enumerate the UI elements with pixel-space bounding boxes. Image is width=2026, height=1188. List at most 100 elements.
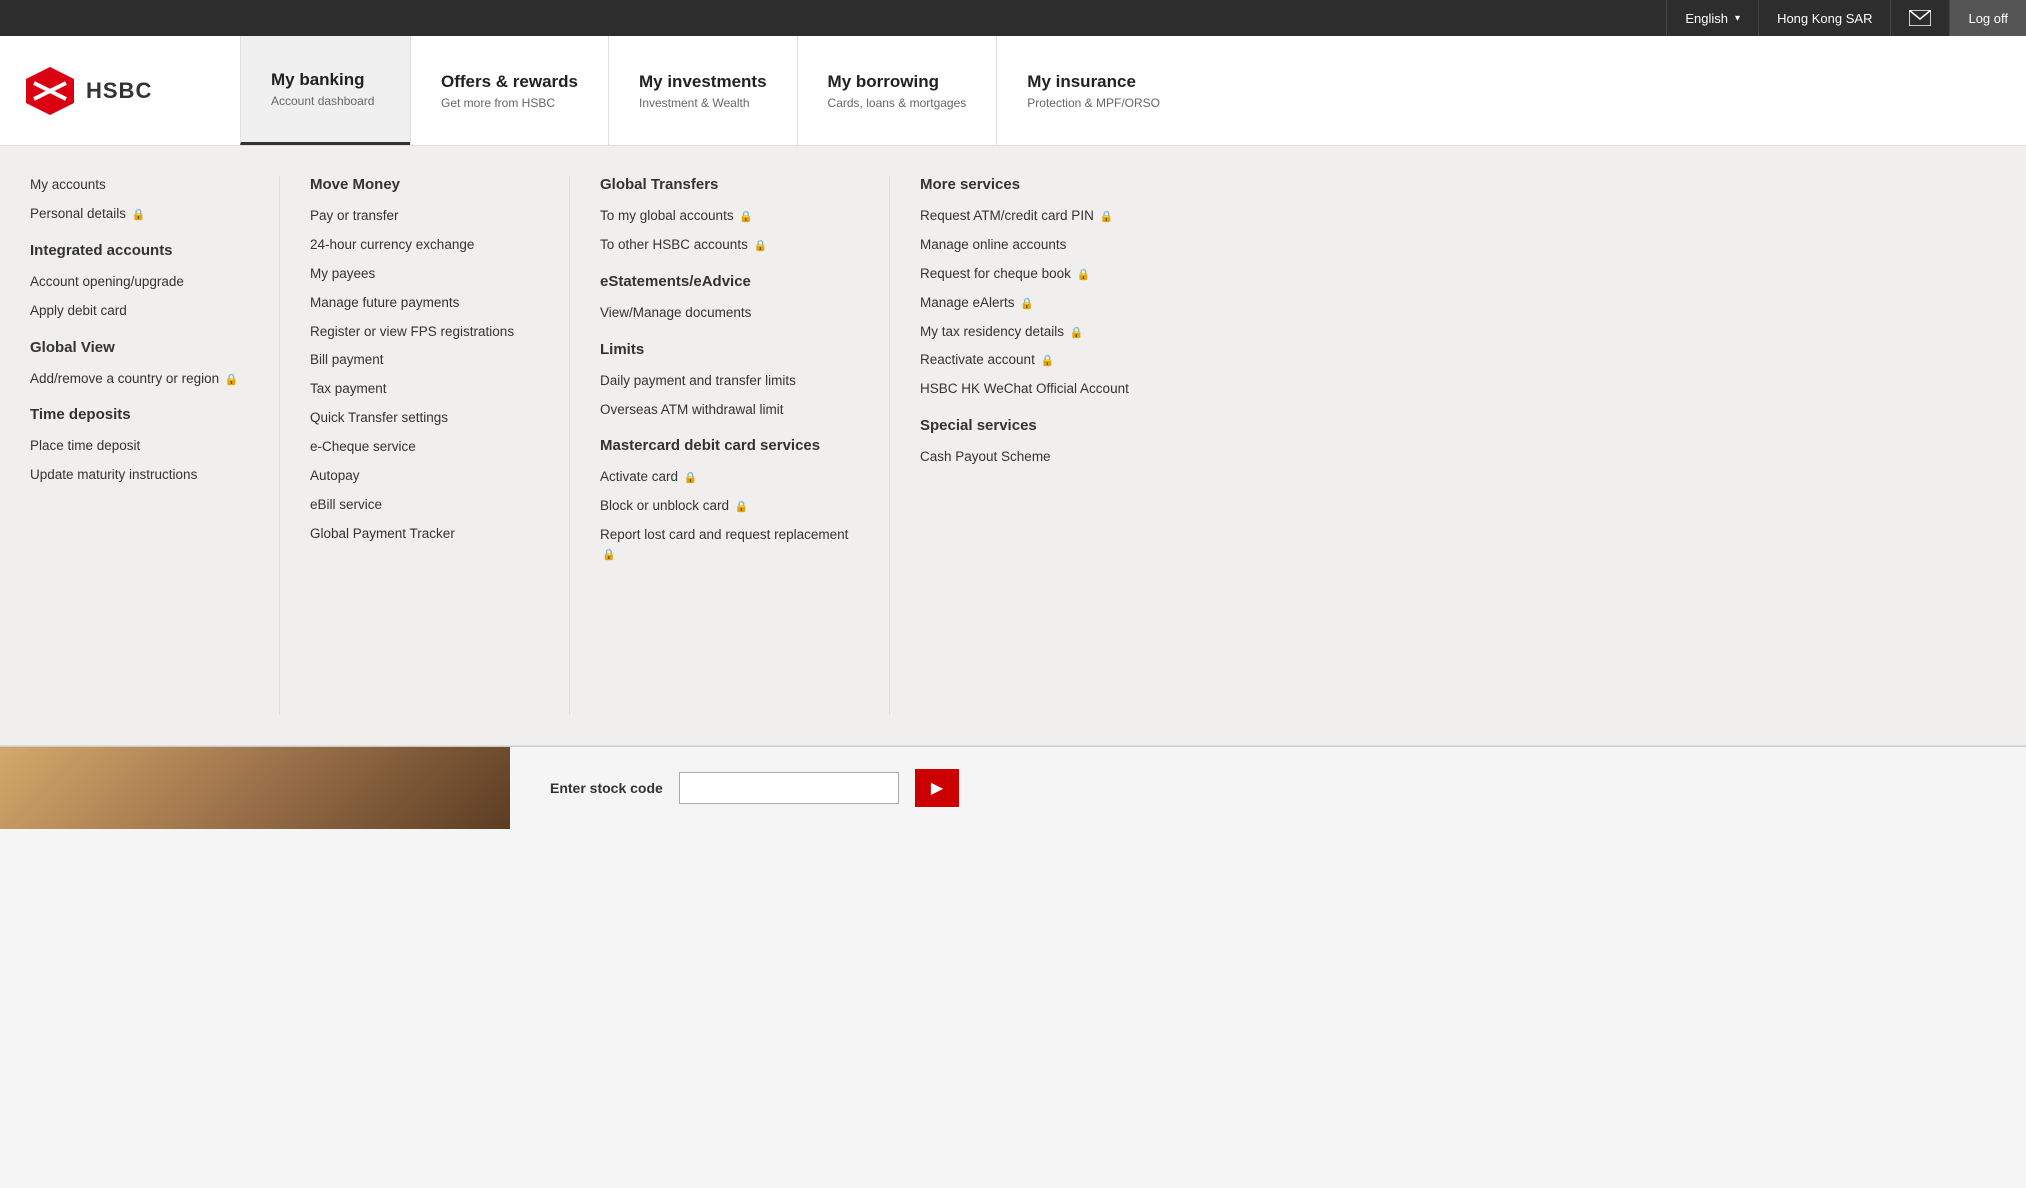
- bottom-area: Enter stock code ▶: [0, 746, 2026, 828]
- lock-icon-ealerts: 🔒: [1020, 297, 1034, 312]
- section-title-special-services: Special services: [920, 417, 1170, 434]
- stock-search-area: Enter stock code ▶: [510, 747, 999, 828]
- menu-link-global-payment-tracker[interactable]: Global Payment Tracker: [310, 525, 539, 544]
- top-bar: English ▾ Hong Kong SAR Log off: [0, 0, 2026, 36]
- nav-item-offers-title: Offers & rewards: [441, 72, 578, 92]
- nav-item-insurance-title: My insurance: [1027, 72, 1160, 92]
- menu-link-wechat[interactable]: HSBC HK WeChat Official Account: [920, 380, 1170, 399]
- menu-link-overseas-atm[interactable]: Overseas ATM withdrawal limit: [600, 401, 859, 420]
- menu-link-register-fps[interactable]: Register or view FPS registrations: [310, 323, 539, 342]
- nav-item-offers-rewards[interactable]: Offers & rewards Get more from HSBC: [410, 36, 608, 145]
- menu-link-account-opening[interactable]: Account opening/upgrade: [30, 273, 249, 292]
- section-title-integrated-accounts: Integrated accounts: [30, 242, 249, 259]
- lock-icon-activate: 🔒: [684, 471, 698, 486]
- menu-link-personal-details[interactable]: Personal details 🔒: [30, 205, 249, 224]
- logoff-button[interactable]: Log off: [1949, 0, 2026, 36]
- section-title-move-money: Move Money: [310, 176, 539, 193]
- menu-link-to-other-hsbc[interactable]: To other HSBC accounts 🔒: [600, 236, 859, 255]
- mail-icon: [1909, 10, 1931, 26]
- chevron-down-icon: ▾: [1735, 13, 1740, 24]
- menu-link-view-manage-docs[interactable]: View/Manage documents: [600, 304, 859, 323]
- menu-link-currency-exchange[interactable]: 24-hour currency exchange: [310, 236, 539, 255]
- nav-item-my-banking-sub: Account dashboard: [271, 94, 380, 108]
- nav-item-my-borrowing[interactable]: My borrowing Cards, loans & mortgages: [797, 36, 997, 145]
- nav-item-insurance-sub: Protection & MPF/ORSO: [1027, 96, 1160, 110]
- nav-item-borrowing-title: My borrowing: [828, 72, 967, 92]
- menu-link-add-remove-country[interactable]: Add/remove a country or region 🔒: [30, 370, 249, 389]
- section-title-global-view: Global View: [30, 339, 249, 356]
- nav-bar: HSBC My banking Account dashboard Offers…: [0, 36, 2026, 146]
- logo-area: HSBC: [0, 36, 240, 145]
- section-title-more-services: More services: [920, 176, 1170, 193]
- menu-link-block-unblock[interactable]: Block or unblock card 🔒: [600, 497, 859, 516]
- menu-link-manage-online-accounts[interactable]: Manage online accounts: [920, 236, 1170, 255]
- menu-link-manage-ealerts[interactable]: Manage eAlerts 🔒: [920, 294, 1170, 313]
- menu-link-daily-payment-limits[interactable]: Daily payment and transfer limits: [600, 372, 859, 391]
- nav-item-borrowing-sub: Cards, loans & mortgages: [828, 96, 967, 110]
- lock-icon-reactivate: 🔒: [1041, 354, 1055, 369]
- menu-link-to-my-global-accounts[interactable]: To my global accounts 🔒: [600, 207, 859, 226]
- menu-link-activate-card[interactable]: Activate card 🔒: [600, 468, 859, 487]
- menu-link-request-cheque-book[interactable]: Request for cheque book 🔒: [920, 265, 1170, 284]
- nav-item-investments-title: My investments: [639, 72, 767, 92]
- region-label: Hong Kong SAR: [1777, 11, 1872, 26]
- menu-link-tax-residency[interactable]: My tax residency details 🔒: [920, 323, 1170, 342]
- nav-items: My banking Account dashboard Offers & re…: [240, 36, 2026, 145]
- nav-item-my-investments[interactable]: My investments Investment & Wealth: [608, 36, 797, 145]
- mega-menu-col4: More services Request ATM/credit card PI…: [890, 176, 1200, 715]
- menu-link-reactivate-account[interactable]: Reactivate account 🔒: [920, 351, 1170, 370]
- language-selector[interactable]: English ▾: [1666, 0, 1758, 36]
- menu-link-place-time-deposit[interactable]: Place time deposit: [30, 437, 249, 456]
- section-title-time-deposits: Time deposits: [30, 406, 249, 423]
- menu-link-report-lost[interactable]: Report lost card and request replacement…: [600, 526, 859, 564]
- bottom-image: [0, 747, 510, 829]
- menu-link-tax-payment[interactable]: Tax payment: [310, 380, 539, 399]
- section-title-global-transfers: Global Transfers: [600, 176, 859, 193]
- lock-icon: 🔒: [132, 208, 146, 223]
- section-title-limits: Limits: [600, 341, 859, 358]
- hsbc-diamond-icon: [24, 65, 76, 117]
- lock-icon-tax: 🔒: [1070, 326, 1084, 341]
- lock-icon-report: 🔒: [602, 548, 616, 563]
- menu-link-my-payees[interactable]: My payees: [310, 265, 539, 284]
- lock-icon-block: 🔒: [735, 500, 749, 515]
- menu-link-ebill[interactable]: eBill service: [310, 496, 539, 515]
- nav-item-investments-sub: Investment & Wealth: [639, 96, 767, 110]
- lock-icon-country: 🔒: [225, 373, 239, 388]
- menu-link-manage-future-payments[interactable]: Manage future payments: [310, 294, 539, 313]
- stock-label: Enter stock code: [550, 780, 663, 796]
- nav-item-my-banking[interactable]: My banking Account dashboard: [240, 36, 410, 145]
- section-title-estatements: eStatements/eAdvice: [600, 273, 859, 290]
- mega-menu: My accounts Personal details 🔒 Integrate…: [0, 146, 2026, 746]
- menu-link-pay-or-transfer[interactable]: Pay or transfer: [310, 207, 539, 226]
- mega-menu-col2: Move Money Pay or transfer 24-hour curre…: [280, 176, 570, 715]
- lock-icon-atm-pin: 🔒: [1100, 210, 1114, 225]
- stock-input[interactable]: [679, 772, 899, 804]
- menu-link-request-atm-pin[interactable]: Request ATM/credit card PIN 🔒: [920, 207, 1170, 226]
- hsbc-text-label: HSBC: [86, 78, 152, 104]
- nav-item-offers-sub: Get more from HSBC: [441, 96, 578, 110]
- menu-link-update-maturity[interactable]: Update maturity instructions: [30, 466, 249, 485]
- menu-link-cash-payout[interactable]: Cash Payout Scheme: [920, 448, 1170, 467]
- top-bar-items: English ▾ Hong Kong SAR Log off: [1666, 0, 2026, 36]
- language-label: English: [1685, 11, 1728, 26]
- menu-link-bill-payment[interactable]: Bill payment: [310, 351, 539, 370]
- lock-icon-cheque: 🔒: [1077, 268, 1091, 283]
- col1-top-links: My accounts Personal details 🔒: [30, 176, 249, 224]
- menu-link-autopay[interactable]: Autopay: [310, 467, 539, 486]
- region-selector[interactable]: Hong Kong SAR: [1758, 0, 1890, 36]
- menu-link-echeque[interactable]: e-Cheque service: [310, 438, 539, 457]
- menu-link-my-accounts[interactable]: My accounts: [30, 176, 249, 195]
- lock-icon-other-hsbc: 🔒: [754, 239, 768, 254]
- mega-menu-col3: Global Transfers To my global accounts 🔒…: [570, 176, 890, 715]
- nav-item-my-banking-title: My banking: [271, 70, 380, 90]
- nav-item-my-insurance[interactable]: My insurance Protection & MPF/ORSO: [996, 36, 1190, 145]
- menu-link-apply-debit-card[interactable]: Apply debit card: [30, 302, 249, 321]
- hsbc-logo[interactable]: HSBC: [24, 65, 152, 117]
- lock-icon-global: 🔒: [739, 210, 753, 225]
- mail-button[interactable]: [1890, 0, 1949, 36]
- menu-link-quick-transfer[interactable]: Quick Transfer settings: [310, 409, 539, 428]
- stock-search-button[interactable]: ▶: [915, 769, 959, 807]
- mega-menu-col1: My accounts Personal details 🔒 Integrate…: [0, 176, 280, 715]
- logoff-label: Log off: [1968, 11, 2008, 26]
